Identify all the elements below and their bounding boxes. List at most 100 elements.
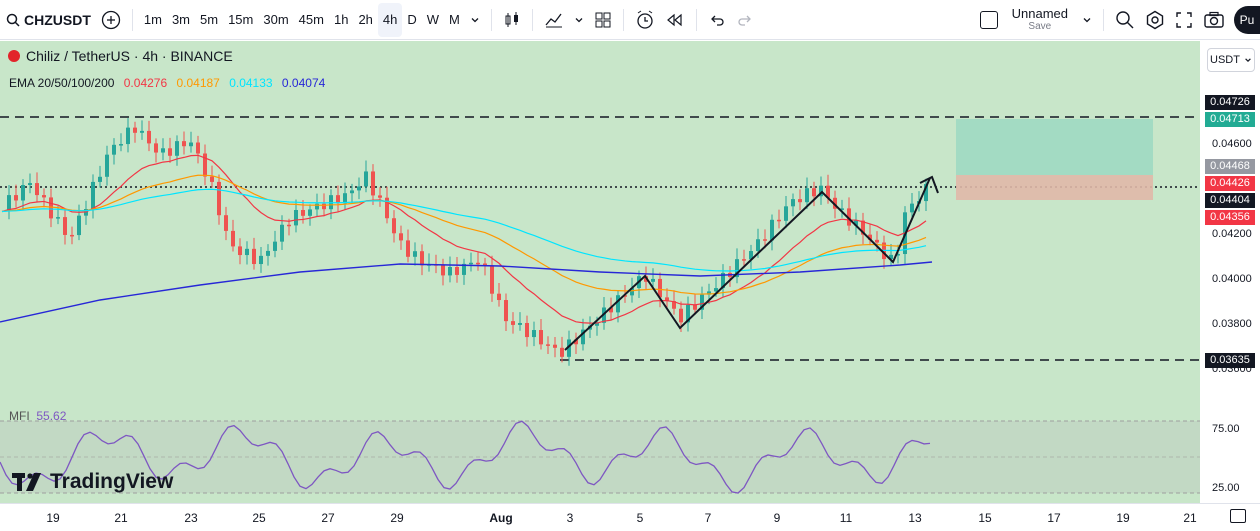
candle-body	[56, 217, 60, 219]
interval-45m[interactable]: 45m	[294, 3, 329, 37]
ema-value-2: 0.04133	[225, 76, 273, 90]
candle-body	[175, 141, 179, 156]
chevron-down-icon	[1245, 58, 1251, 63]
calendar-icon[interactable]	[1230, 509, 1246, 523]
replay-button[interactable]	[660, 3, 690, 37]
ema-values: 0.04276 0.04187 0.04133 0.04074	[120, 76, 331, 90]
candle-body	[805, 188, 809, 203]
save-label: Save	[1028, 20, 1052, 32]
interval-1m[interactable]: 1m	[139, 3, 167, 37]
candle-body	[252, 248, 256, 265]
mfi-legend: MFI 55.62	[9, 409, 66, 423]
candle-body	[280, 224, 284, 242]
interval-3m[interactable]: 3m	[167, 3, 195, 37]
price-label: 0.04713	[1205, 112, 1255, 127]
chevron-down-icon	[471, 17, 479, 22]
search-icon	[1116, 10, 1134, 28]
ema-value-0: 0.04276	[120, 76, 168, 90]
currency-button[interactable]: USDT	[1207, 48, 1255, 72]
date-tick: 21	[1183, 511, 1197, 525]
ema-legend: EMA 20/50/100/200 0.04276 0.04187 0.0413…	[9, 76, 337, 90]
layout-menu[interactable]: Unnamed Save	[975, 3, 1097, 37]
candle-body	[553, 344, 557, 348]
candle-body	[182, 141, 186, 147]
candle-body	[224, 215, 228, 231]
interval-30m[interactable]: 30m	[258, 3, 293, 37]
candle-body	[784, 206, 788, 221]
price-label: 0.04426	[1205, 176, 1255, 191]
candle-body	[301, 209, 305, 216]
candle-body	[42, 195, 46, 198]
publish-button[interactable]: Pu	[1234, 5, 1260, 34]
interval-1h[interactable]: 1h	[329, 3, 353, 37]
interval-m[interactable]: M	[444, 3, 465, 37]
interval-15m[interactable]: 15m	[223, 3, 258, 37]
templates-button[interactable]	[589, 3, 617, 37]
screenshot-button[interactable]	[1198, 3, 1230, 37]
symbol-search-button[interactable]: CHZUSDT	[0, 3, 96, 37]
mfi-label: MFI	[9, 409, 30, 423]
date-tick: 5	[636, 511, 644, 525]
candle-body	[763, 239, 767, 241]
candle-body	[511, 321, 515, 325]
interval-d[interactable]: D	[402, 3, 421, 37]
camera-icon	[1204, 11, 1224, 28]
indicators-dropdown[interactable]	[569, 3, 589, 37]
date-tick: 27	[321, 511, 335, 525]
divider	[1103, 8, 1104, 31]
chart-type-button[interactable]	[498, 3, 526, 37]
undo-button[interactable]	[703, 3, 731, 37]
add-symbol-button[interactable]	[96, 3, 126, 37]
candle-body	[140, 130, 144, 133]
indicators-icon	[545, 13, 562, 27]
tradingview-logo: TradingView	[12, 470, 173, 494]
candle-body	[119, 144, 123, 146]
chevron-down-icon	[575, 17, 583, 22]
candle-body	[35, 183, 39, 196]
candle-body	[28, 183, 32, 186]
date-tick: 21	[114, 511, 128, 525]
candle-body	[189, 142, 193, 147]
candle-body	[266, 250, 270, 256]
candle-body	[378, 195, 382, 198]
candle-body	[525, 322, 529, 338]
interval-5m[interactable]: 5m	[195, 3, 223, 37]
candle-body	[287, 224, 291, 227]
candle-body	[49, 197, 53, 219]
interval-2h[interactable]: 2h	[353, 3, 377, 37]
candle-body	[441, 264, 445, 276]
date-tick: 29	[390, 511, 404, 525]
alert-icon	[637, 10, 653, 29]
interval-4h[interactable]: 4h	[377, 2, 403, 37]
candle-body	[546, 344, 550, 346]
settings-button[interactable]	[1140, 3, 1170, 37]
candle-body	[371, 171, 375, 196]
redo-button[interactable]	[731, 3, 759, 37]
candle-body	[910, 203, 914, 213]
fullscreen-button[interactable]	[1170, 3, 1198, 37]
ema-label: EMA 20/50/100/200	[9, 76, 115, 90]
alert-button[interactable]	[630, 3, 660, 37]
candle-body	[196, 142, 200, 154]
candle-body	[392, 218, 396, 234]
candle-body	[651, 278, 655, 282]
redo-icon	[738, 15, 751, 26]
layout-checkbox[interactable]	[979, 10, 998, 29]
date-tick: 3	[566, 511, 574, 525]
chart-canvas[interactable]: 75.00 25.00 0.04600 0.04200 0.04000 0.03800 0.…	[0, 41, 1260, 503]
price-tick-label: 0.03800	[1212, 318, 1252, 330]
candle-body	[105, 154, 109, 177]
price-label: 0.04356	[1205, 210, 1255, 225]
settings-icon	[1146, 10, 1164, 29]
interval-w[interactable]: W	[422, 3, 444, 37]
date-tick: 15	[978, 511, 992, 525]
candle-body	[14, 195, 18, 201]
candle-body	[560, 347, 564, 357]
symbol-label: CHZUSDT	[24, 11, 91, 28]
quick-search-button[interactable]	[1110, 3, 1140, 37]
candle-body	[539, 330, 543, 345]
indicators-button[interactable]	[539, 3, 569, 37]
candle-body	[798, 199, 802, 203]
candle-body	[217, 181, 221, 216]
interval-dropdown[interactable]	[465, 3, 485, 37]
